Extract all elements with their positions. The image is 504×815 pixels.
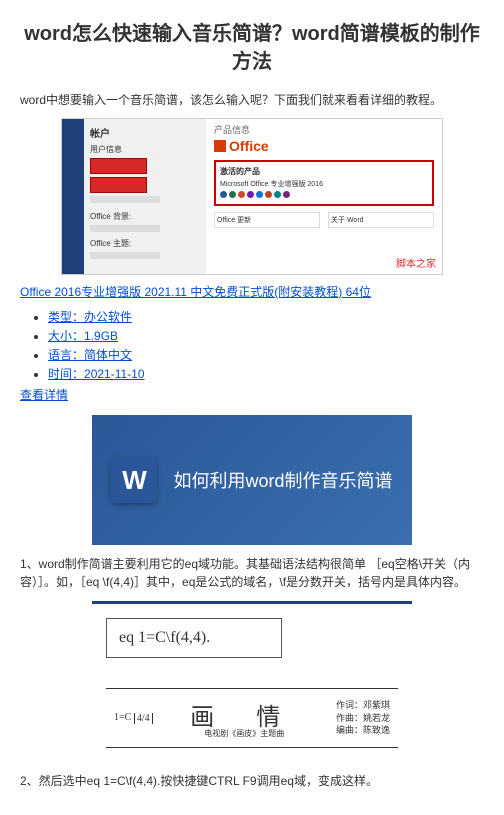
score-header: 1=C 4/4 画 情 电视剧《画皮》主题曲 作词：邓紫琪 作曲：姚若龙 编曲：… xyxy=(106,688,398,748)
eq-field-box: eq 1=C\f(4,4). xyxy=(106,618,282,658)
composer: 作曲：姚若龙 xyxy=(336,712,390,725)
office-logo: Office xyxy=(214,138,434,154)
about-word-card: 关于 Word xyxy=(328,212,434,228)
song-title: 画 情 xyxy=(173,697,316,732)
watermark-text: 脚本之家 xyxy=(396,255,436,270)
placeholder-line xyxy=(90,252,160,259)
word-app-icon: W xyxy=(111,457,157,503)
word-music-banner: W 如何利用word制作音乐简谱 xyxy=(92,415,412,545)
meta-time-link[interactable]: 时间：2021-11-10 xyxy=(48,367,145,381)
arranger: 编曲：陈致逸 xyxy=(336,724,390,737)
placeholder-line xyxy=(90,225,160,232)
app-icon-row xyxy=(220,191,428,200)
step2-text: 2、然后选中eq 1=C\f(4,4).按快捷键CTRL F9调用eq域，变成这… xyxy=(20,772,484,790)
account-main: 产品信息 Office 激活的产品 Microsoft Office 专业增强版… xyxy=(206,119,442,274)
account-heading: 帐户 xyxy=(90,125,200,140)
redacted-user-box xyxy=(90,158,147,174)
page-title: word怎么快速输入音乐简谱？word简谱模板的制作方法 xyxy=(20,20,484,76)
word-nav-rail xyxy=(62,119,84,274)
office-bg-label: Office 背景: xyxy=(90,211,200,222)
eq-field-screenshot: eq 1=C\f(4,4). 1=C 4/4 画 情 电视剧《画皮》主题曲 作词… xyxy=(92,601,412,762)
song-credits: 作词：邓紫琪 作曲：姚若龙 编曲：陈致逸 xyxy=(336,699,390,737)
activated-product-name: Microsoft Office 专业增强版 2016 xyxy=(220,179,428,189)
placeholder-line xyxy=(90,196,160,203)
download-link[interactable]: Office 2016专业增强版 2021.11 中文免费正式版(附安装教程) … xyxy=(20,285,371,299)
redacted-user-box xyxy=(90,177,147,193)
lyricist: 作词：邓紫琪 xyxy=(336,699,390,712)
account-sidebar: 帐户 用户信息 Office 背景: Office 主题: xyxy=(84,119,206,274)
office-theme-label: Office 主题: xyxy=(90,238,200,249)
meta-time: 时间：2021-11-10 xyxy=(48,365,484,382)
office-account-screenshot: 帐户 用户信息 Office 背景: Office 主题: 产品信息 Offic… xyxy=(61,118,443,275)
banner-text: 如何利用word制作音乐简谱 xyxy=(173,467,392,493)
user-info-label: 用户信息 xyxy=(90,144,200,155)
meta-lang: 语言：简体中文 xyxy=(48,346,484,363)
software-meta-list: 类型：办公软件 大小：1.9GB 语言：简体中文 时间：2021-11-10 xyxy=(20,308,484,382)
meta-lang-link[interactable]: 语言：简体中文 xyxy=(48,348,132,362)
activated-product-highlight: 激活的产品 Microsoft Office 专业增强版 2016 xyxy=(214,160,434,206)
step1-text: 1、word制作简谱主要利用它的eq域功能。其基础语法结构很简单 ［eq空格\开… xyxy=(20,555,484,591)
score-key: 1=C 4/4 xyxy=(114,712,153,723)
meta-type: 类型：办公软件 xyxy=(48,308,484,325)
meta-type-link[interactable]: 类型：办公软件 xyxy=(48,310,132,324)
meta-size: 大小：1.9GB xyxy=(48,327,484,344)
office-update-card: Office 更新 xyxy=(214,212,320,228)
intro-text: word中想要输入一个音乐简谱，该怎么输入呢？下面我们就来看看详细的教程。 xyxy=(20,91,484,108)
meta-size-link[interactable]: 大小：1.9GB xyxy=(48,329,118,343)
product-info-label: 产品信息 xyxy=(214,123,434,136)
view-detail-link[interactable]: 查看详情 xyxy=(20,388,68,402)
activated-title: 激活的产品 xyxy=(220,166,428,177)
